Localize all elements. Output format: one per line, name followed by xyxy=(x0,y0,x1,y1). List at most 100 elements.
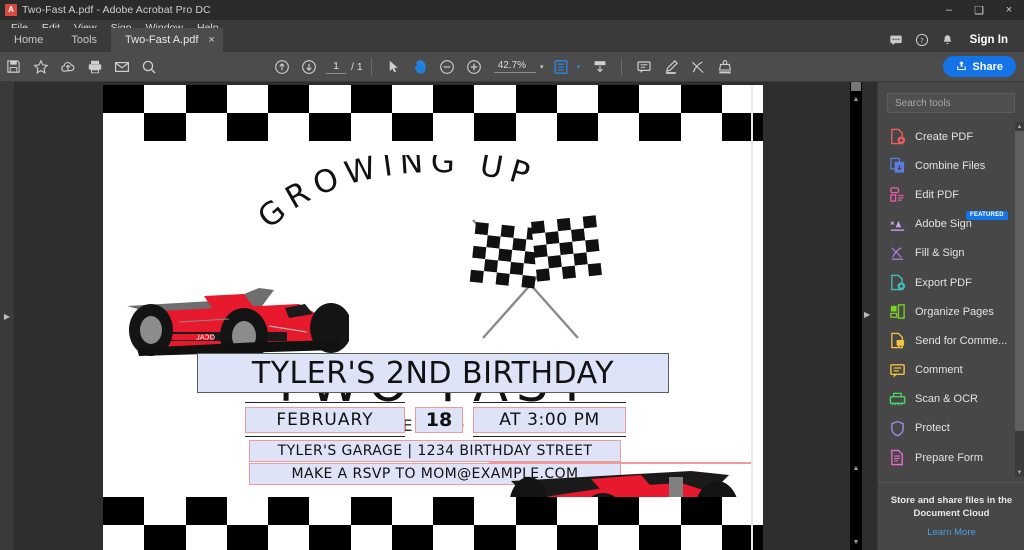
rsvp-field-underline xyxy=(489,462,751,464)
comment-icon xyxy=(889,362,906,379)
notification-bell-icon[interactable] xyxy=(936,28,960,52)
tool-send-for-comments[interactable]: Send for Comme... xyxy=(878,326,1024,355)
toolbar-divider xyxy=(370,57,372,76)
scrollbar-thumb[interactable] xyxy=(851,82,861,91)
field-day[interactable]: 18 xyxy=(415,407,463,433)
email-icon[interactable] xyxy=(108,54,135,80)
page-display-chevron-icon[interactable]: ▾ xyxy=(577,63,581,71)
add-stamp-icon[interactable] xyxy=(711,54,738,80)
maximize-button[interactable]: ❑ xyxy=(964,0,994,20)
chevron-down-icon[interactable]: ▾ xyxy=(540,63,544,71)
rule-month-2 xyxy=(245,436,405,438)
title-bar: A Two-Fast A.pdf - Adobe Acrobat Pro DC … xyxy=(0,0,1024,20)
upload-to-cloud-icon[interactable] xyxy=(54,54,81,80)
tools-scroll-down-icon[interactable]: ▼ xyxy=(1015,468,1024,477)
learn-more-link[interactable]: Learn More xyxy=(927,527,976,538)
scroll-page-up-icon[interactable]: ▲ xyxy=(850,462,862,474)
tool-adobe-sign[interactable]: Adobe Sign FEATURED xyxy=(878,210,1024,239)
checkered-border-bottom xyxy=(103,497,763,550)
chat-icon[interactable] xyxy=(884,28,908,52)
tool-more-tools[interactable]: More Tools xyxy=(878,472,1024,477)
crossed-checkered-flags-icon xyxy=(443,210,618,345)
minimize-button[interactable]: – xyxy=(934,0,964,20)
field-month[interactable]: FEBRUARY xyxy=(245,407,405,433)
share-button[interactable]: Share xyxy=(943,56,1016,77)
zoom-in-icon[interactable] xyxy=(461,54,488,80)
search-tools-input[interactable]: Search tools xyxy=(887,93,1015,113)
organize-pages-icon xyxy=(889,303,906,320)
scroll-down-icon[interactable]: ▼ xyxy=(850,536,862,548)
workspace: ▶ GROWING UP OCAL TYLER'S 2ND BIRTHDAY F… xyxy=(0,82,1024,550)
tab-home[interactable]: Home xyxy=(0,28,57,52)
tool-combine-files[interactable]: Combine Files xyxy=(878,151,1024,180)
save-icon[interactable] xyxy=(0,54,27,80)
tools-scroll-up-icon[interactable]: ▲ xyxy=(1015,122,1024,131)
add-to-favorites-icon[interactable] xyxy=(27,54,54,80)
field-address[interactable]: TYLER'S GARAGE | 1234 BIRTHDAY STREET xyxy=(249,440,621,462)
tab-document[interactable]: Two-Fast A.pdf × xyxy=(111,28,223,52)
tool-organize-pages[interactable]: Organize Pages xyxy=(878,297,1024,326)
close-tab-icon[interactable]: × xyxy=(208,34,214,46)
zoom-out-icon[interactable] xyxy=(434,54,461,80)
tool-prepare-form[interactable]: Prepare Form xyxy=(878,443,1024,472)
rule-time xyxy=(473,402,626,404)
promo-line-1: Store and share files in the xyxy=(890,494,1013,506)
fill-and-sign-icon xyxy=(889,245,906,262)
document-vertical-scrollbar[interactable]: ▲ ▲ ▼ xyxy=(850,82,862,550)
rule-time-2 xyxy=(473,436,626,438)
document-viewer[interactable]: GROWING UP OCAL TYLER'S 2ND BIRTHDAY FEB… xyxy=(14,82,850,550)
tool-scan-and-ocr-label: Scan & OCR xyxy=(915,393,978,406)
next-page-icon[interactable] xyxy=(295,54,322,80)
current-page-input[interactable]: 1 xyxy=(326,60,346,74)
draw-freehand-icon[interactable] xyxy=(684,54,711,80)
tool-fill-and-sign[interactable]: Fill & Sign xyxy=(878,239,1024,268)
page-edge-divider xyxy=(751,85,753,550)
print-icon[interactable] xyxy=(81,54,108,80)
scroll-mode-icon[interactable] xyxy=(586,54,613,80)
tool-create-pdf[interactable]: Create PDF xyxy=(878,122,1024,151)
zoom-control[interactable]: 42.7% ▾ xyxy=(493,60,544,73)
featured-badge: FEATURED xyxy=(966,210,1008,220)
svg-text:?: ? xyxy=(920,37,924,45)
tools-list: Create PDF Combine Files Edit PDF Adobe … xyxy=(878,122,1024,477)
prepare-form-icon xyxy=(889,449,906,466)
checkered-border-top xyxy=(103,85,763,141)
field-time[interactable]: AT 3:00 PM xyxy=(473,407,626,433)
tools-panel-scrollbar[interactable]: ▲ ▼ xyxy=(1015,122,1024,477)
export-pdf-icon xyxy=(889,274,906,291)
tool-edit-pdf[interactable]: Edit PDF xyxy=(878,180,1024,209)
sign-in-button[interactable]: Sign In xyxy=(962,34,1016,46)
expand-tools-pane-icon[interactable]: ▶ xyxy=(864,310,870,319)
scan-ocr-icon xyxy=(889,391,906,408)
tab-bar: Home Tools Two-Fast A.pdf × xyxy=(0,28,1024,52)
tool-send-for-comments-label: Send for Comme... xyxy=(915,334,1008,347)
tool-export-pdf[interactable]: Export PDF xyxy=(878,268,1024,297)
combine-files-icon xyxy=(889,157,906,174)
field-event-title[interactable]: TYLER'S 2ND BIRTHDAY xyxy=(197,353,669,393)
promo-line-2: Document Cloud xyxy=(913,507,990,519)
tools-scrollbar-thumb[interactable] xyxy=(1015,131,1024,431)
main-toolbar: 1 / 1 42.7% ▾ ▾ Share xyxy=(0,52,1024,82)
tab-tools[interactable]: Tools xyxy=(57,28,111,52)
add-comment-icon[interactable] xyxy=(630,54,657,80)
tool-comment[interactable]: Comment xyxy=(878,356,1024,385)
rule-month xyxy=(245,402,405,404)
help-icon[interactable]: ? xyxy=(910,28,934,52)
hand-tool-icon[interactable] xyxy=(407,54,434,80)
zoom-level-value[interactable]: 42.7% xyxy=(493,60,537,73)
tools-panel: Search tools Create PDF Combine Files Ed… xyxy=(877,82,1024,550)
scroll-up-icon[interactable]: ▲ xyxy=(850,93,862,105)
find-icon[interactable] xyxy=(135,54,162,80)
expand-navigation-pane-icon[interactable]: ▶ xyxy=(4,312,10,321)
select-tool-icon[interactable] xyxy=(380,54,407,80)
previous-page-icon[interactable] xyxy=(268,54,295,80)
navigation-pane-toggle[interactable]: ▶ xyxy=(0,82,14,550)
tool-protect[interactable]: Protect xyxy=(878,414,1024,443)
tool-fill-and-sign-label: Fill & Sign xyxy=(915,247,965,260)
close-button[interactable]: × xyxy=(994,0,1024,20)
page-display-icon[interactable] xyxy=(548,54,575,80)
tool-scan-and-ocr[interactable]: Scan & OCR xyxy=(878,385,1024,414)
toolbar-divider-2 xyxy=(621,57,623,76)
highlight-text-icon[interactable] xyxy=(657,54,684,80)
tool-edit-pdf-label: Edit PDF xyxy=(915,188,960,201)
